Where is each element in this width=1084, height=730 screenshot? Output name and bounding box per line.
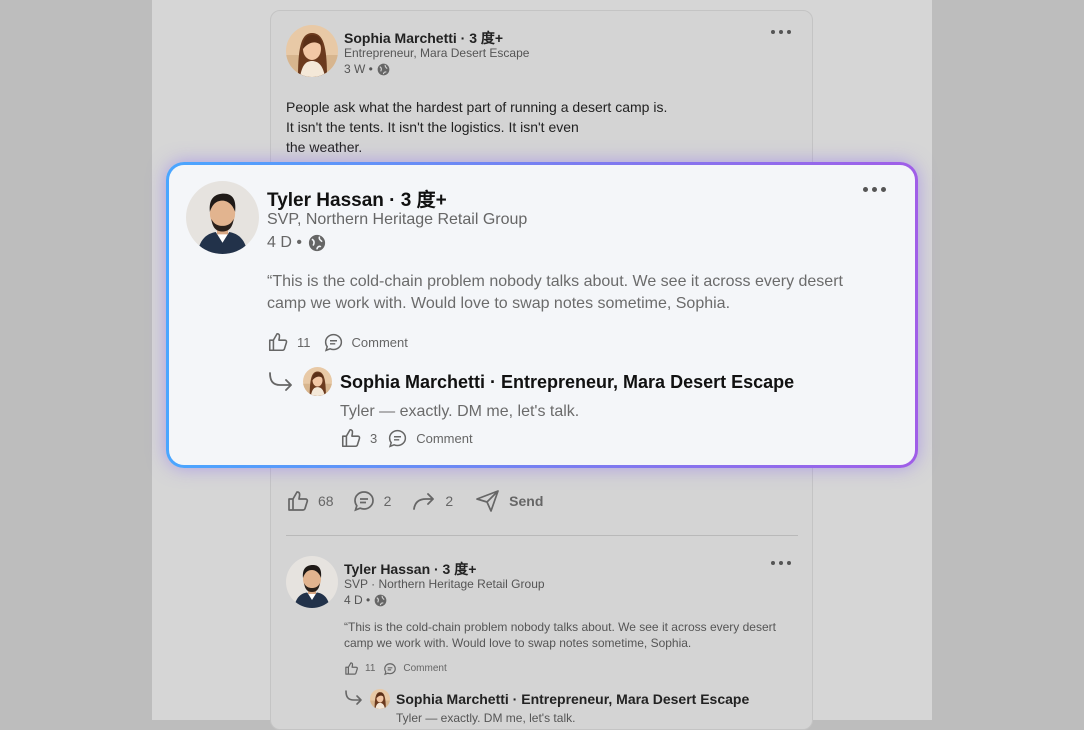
globe-icon (374, 594, 387, 607)
post-text: People ask what the hardest part of runn… (286, 97, 667, 157)
post-text-line: It isn't the tents. It isn't the logisti… (286, 119, 579, 135)
comment-text-line: “This is the cold-chain problem nobody t… (344, 620, 776, 634)
post-more-button[interactable] (771, 30, 791, 34)
reply-like-count: 3 (370, 430, 378, 446)
comment-icon (389, 429, 407, 448)
comment-icon (324, 333, 342, 352)
commenter-avatar[interactable] (186, 181, 259, 254)
comment-reply-label: Comment (403, 663, 447, 674)
repost-button[interactable]: 2 (411, 489, 453, 513)
reply-author[interactable]: Sophia Marchetti · Entrepreneur, Mara De… (340, 372, 794, 393)
comment-text-line: camp we work with. Would love to swap no… (267, 295, 731, 312)
share-icon (413, 493, 435, 510)
reply-avatar[interactable] (303, 367, 332, 396)
comment-action-bar: 11 Comment (344, 661, 447, 676)
like-icon (268, 332, 288, 352)
reply-text: Tyler — exactly. DM me, let's talk. (340, 403, 580, 420)
send-icon (476, 490, 500, 512)
comment-icon (384, 662, 397, 675)
reply-comment-label: Comment (416, 430, 473, 446)
reply-arrow-icon (268, 372, 294, 399)
reply-author[interactable]: Sophia Marchetti · Entrepreneur, Mara De… (396, 691, 749, 707)
comment-like-count: 11 (297, 334, 311, 350)
post-text-line: People ask what the hardest part of runn… (286, 99, 668, 115)
like-icon (345, 662, 358, 675)
post-text-line: the weather. (286, 139, 363, 155)
comment-like-button[interactable]: 11 (344, 661, 375, 676)
comment-like-count: 11 (365, 663, 376, 674)
reply-comment-button[interactable]: Comment (387, 428, 473, 449)
reply-action-bar: 3 Comment (340, 427, 473, 449)
comment-action-bar: 11 Comment (267, 331, 408, 353)
share-count: 2 (445, 493, 454, 509)
comment-reply-button[interactable]: Comment (323, 332, 408, 353)
reply-avatar[interactable] (370, 689, 390, 709)
comment-meta: 4 D • (267, 234, 326, 252)
reply-like-button[interactable]: 3 (340, 427, 377, 449)
comment-count: 2 (383, 493, 392, 509)
globe-icon (377, 63, 390, 76)
reply-text: Tyler — exactly. DM me, let's talk. (396, 711, 576, 725)
comment-age: 4 D • (267, 234, 302, 251)
globe-icon (308, 234, 326, 252)
comment-more-button[interactable] (771, 561, 791, 565)
like-button[interactable]: 68 (286, 489, 334, 513)
comment-reply-button[interactable]: Comment (383, 662, 447, 676)
comment-button[interactable]: 2 (352, 489, 392, 513)
comment-reply-label: Comment (351, 334, 408, 350)
commenter-headline: SVP · Northern Heritage Retail Group (344, 577, 545, 591)
post-age: 3 W • (344, 62, 373, 76)
comment-like-button[interactable]: 11 (267, 331, 311, 353)
comment-age: 4 D • (344, 593, 371, 607)
comment-text-line: camp we work with. Would love to swap no… (344, 636, 692, 650)
highlighted-comment: Tyler Hassan · 3 度+ SVP, Northern Herita… (166, 162, 918, 468)
post-meta: 3 W • (344, 62, 390, 76)
reply-arrow-icon (344, 690, 364, 711)
post-action-bar: 68 2 2 Send (286, 488, 543, 514)
comment-meta: 4 D • (344, 593, 387, 607)
commenter-name[interactable]: Tyler Hassan · 3 度+ (344, 559, 476, 579)
author-headline: Entrepreneur, Mara Desert Escape (344, 46, 530, 60)
commenter-headline: SVP, Northern Heritage Retail Group (267, 211, 528, 228)
commenter-name[interactable]: Tyler Hassan · 3 度+ (267, 185, 447, 212)
like-icon (341, 428, 361, 448)
section-divider (286, 535, 798, 536)
comment-text-line: “This is the cold-chain problem nobody t… (267, 273, 843, 290)
author-name[interactable]: Sophia Marchetti · 3 度+ (344, 28, 503, 48)
comment-icon (353, 491, 374, 512)
send-label: Send (509, 493, 544, 509)
comment-text: “This is the cold-chain problem nobody t… (267, 271, 843, 315)
more-icon[interactable] (863, 187, 886, 192)
send-button[interactable]: Send (475, 489, 543, 513)
like-icon (288, 491, 309, 511)
commenter-avatar[interactable] (286, 556, 338, 608)
author-avatar[interactable] (286, 25, 338, 77)
like-count: 68 (318, 493, 334, 509)
comment-text: “This is the cold-chain problem nobody t… (344, 619, 776, 651)
